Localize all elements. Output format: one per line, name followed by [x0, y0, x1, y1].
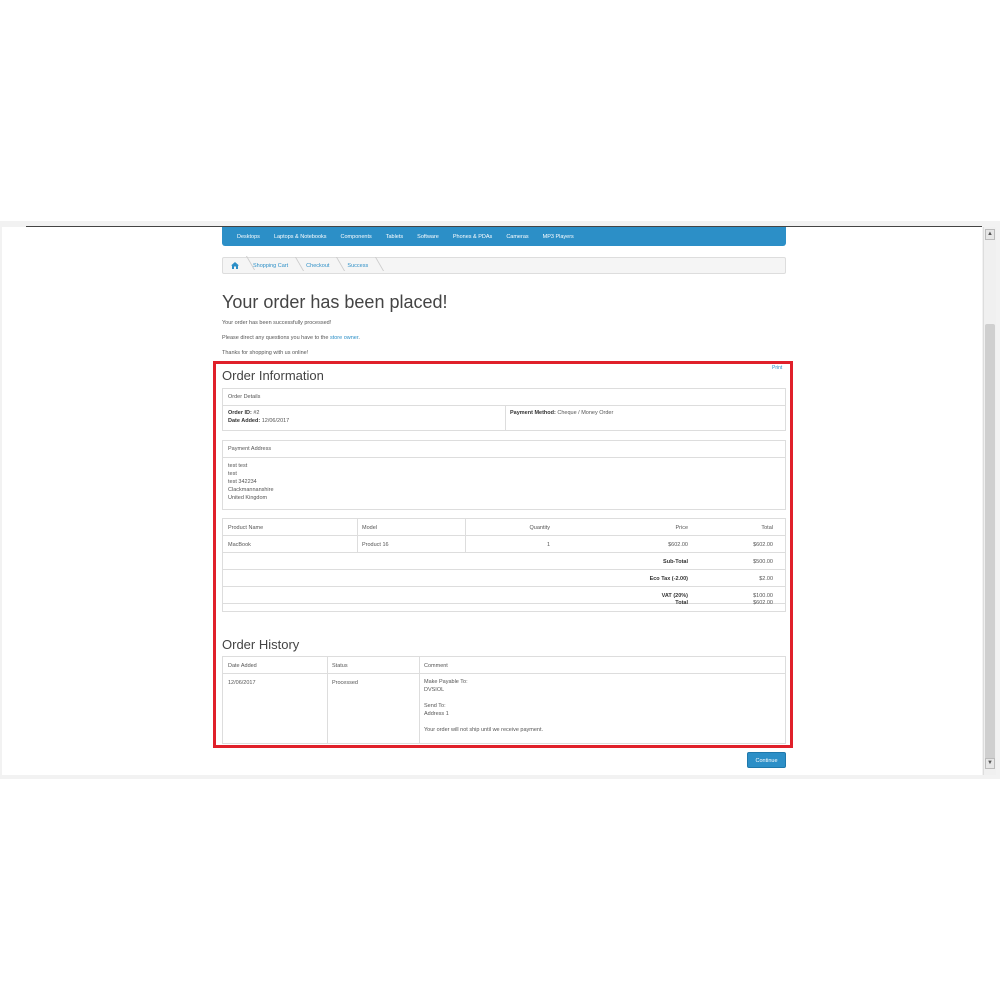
menu-item-cameras[interactable]: Cameras — [506, 234, 528, 240]
home-icon[interactable] — [231, 262, 239, 269]
eco-tax-label: Eco Tax (-2.00) — [649, 576, 688, 582]
date-added-label: Date Added: — [228, 418, 261, 424]
order-details-divider — [505, 406, 506, 430]
column-divider — [465, 519, 466, 553]
eco-tax-row — [223, 570, 785, 587]
comment-line: Address 1 — [424, 711, 449, 717]
breadcrumb-checkout[interactable]: Checkout — [306, 263, 329, 269]
order-id-value: #2 — [253, 410, 260, 416]
order-details-header: Order Details — [223, 389, 785, 406]
history-comment: Make Payable To: DVSIOL Send To: Address… — [424, 678, 543, 734]
contact-message-suffix: . — [358, 335, 360, 341]
scroll-thumb[interactable] — [985, 324, 995, 764]
menu-item-mp3-players[interactable]: MP3 Players — [543, 234, 574, 240]
breadcrumb-shopping-cart[interactable]: Shopping Cart — [253, 263, 288, 269]
scroll-down-icon[interactable]: ▼ — [985, 758, 995, 769]
thanks-message: Thanks for shopping with us online! — [222, 350, 309, 356]
payment-address-table: Payment Address test test test test 3422… — [222, 440, 786, 510]
header-price: Price — [675, 525, 688, 531]
address-line: United Kingdom — [228, 495, 268, 501]
date-added-line: Date Added: 12/06/2017 — [228, 417, 289, 425]
order-details-table: Order Details Order ID: #2 Date Added: 1… — [222, 388, 786, 431]
vertical-scrollbar[interactable]: ▲ ▼ — [983, 227, 996, 775]
success-message: Your order has been successfully process… — [222, 320, 332, 326]
breadcrumb: Shopping Cart Checkout Success — [222, 257, 786, 274]
order-id-label: Order ID: — [228, 410, 252, 416]
product-model: Product 16 — [362, 542, 389, 548]
product-price: $602.00 — [668, 542, 688, 548]
payment-method-value: Cheque / Money Order — [557, 410, 614, 416]
store-owner-link[interactable]: store owner — [330, 335, 358, 341]
order-information-title: Order Information — [222, 368, 324, 383]
menu-item-desktops[interactable]: Desktops — [237, 234, 260, 240]
payment-method-line: Payment Method: Cheque / Money Order — [510, 409, 613, 417]
contact-message: Please direct any questions you have to … — [222, 335, 360, 341]
header-comment: Comment — [424, 663, 448, 669]
header-date-added: Date Added — [228, 663, 257, 669]
contact-message-prefix: Please direct any questions you have to … — [222, 335, 330, 341]
comment-line: Your order will not ship until we receiv… — [424, 727, 544, 733]
eco-tax-value: $2.00 — [759, 576, 773, 582]
column-divider — [327, 657, 328, 743]
header-status: Status — [332, 663, 348, 669]
address-line: test — [228, 471, 237, 477]
total-label: Total — [675, 600, 688, 606]
table-row — [223, 536, 785, 553]
address-line: Clackmannanshire — [228, 487, 274, 493]
page-title: Your order has been placed! — [222, 292, 448, 312]
menu-item-phones[interactable]: Phones & PDAs — [453, 234, 492, 240]
column-divider — [357, 519, 358, 553]
total-value: $602.00 — [753, 600, 773, 606]
subtotal-row — [223, 553, 785, 570]
history-status: Processed — [332, 680, 358, 686]
history-date: 12/06/2017 — [228, 680, 256, 686]
print-link[interactable]: Print — [772, 365, 782, 371]
comment-line — [424, 694, 543, 702]
page-viewport: Desktops Laptops & Notebooks Components … — [2, 227, 982, 775]
products-table: Product Name Model Quantity Price Total … — [222, 518, 786, 612]
header-product-name: Product Name — [228, 525, 264, 531]
subtotal-label: Sub-Total — [663, 559, 688, 565]
menu-item-tablets[interactable]: Tablets — [386, 234, 403, 240]
header-model: Model — [362, 525, 377, 531]
menu-item-software[interactable]: Software — [417, 234, 439, 240]
header-total: Total — [761, 525, 773, 531]
order-history-table: Date Added Status Comment 12/06/2017 Pro… — [222, 656, 786, 744]
subtotal-value: $500.00 — [753, 559, 773, 565]
payment-address-header: Payment Address — [223, 441, 785, 458]
scroll-up-icon[interactable]: ▲ — [985, 229, 995, 240]
comment-line: Make Payable To: — [424, 679, 468, 685]
breadcrumb-success[interactable]: Success — [347, 263, 368, 269]
address-line: test test — [228, 463, 248, 469]
address-line: test 342234 — [228, 479, 257, 485]
products-header-row — [223, 519, 785, 536]
product-name[interactable]: MacBook — [228, 542, 251, 548]
product-quantity: 1 — [546, 542, 550, 548]
payment-method-label: Payment Method: — [510, 410, 556, 416]
order-details-right: Payment Method: Cheque / Money Order — [510, 409, 613, 417]
order-details-left: Order ID: #2 Date Added: 12/06/2017 — [228, 409, 289, 425]
payment-address-body: test test test test 342234 Clackmannansh… — [228, 462, 274, 502]
comment-line: Send To: — [424, 703, 446, 709]
header-quantity: Quantity — [529, 525, 550, 531]
comment-line — [424, 718, 543, 726]
vat-row — [223, 587, 785, 604]
vat-value: $100.00 — [753, 593, 773, 599]
column-divider — [419, 657, 420, 743]
category-menu: Desktops Laptops & Notebooks Components … — [222, 227, 786, 246]
menu-item-laptops[interactable]: Laptops & Notebooks — [274, 234, 327, 240]
product-total: $602.00 — [753, 542, 773, 548]
history-header-row — [223, 657, 785, 674]
menu-item-components[interactable]: Components — [341, 234, 372, 240]
vat-label: VAT (20%) — [661, 593, 688, 599]
order-id-line: Order ID: #2 — [228, 409, 289, 417]
order-history-title: Order History — [222, 637, 300, 652]
continue-button[interactable]: Continue — [747, 752, 786, 768]
date-added-value: 12/06/2017 — [261, 418, 290, 424]
comment-line: DVSIOL — [424, 687, 445, 693]
